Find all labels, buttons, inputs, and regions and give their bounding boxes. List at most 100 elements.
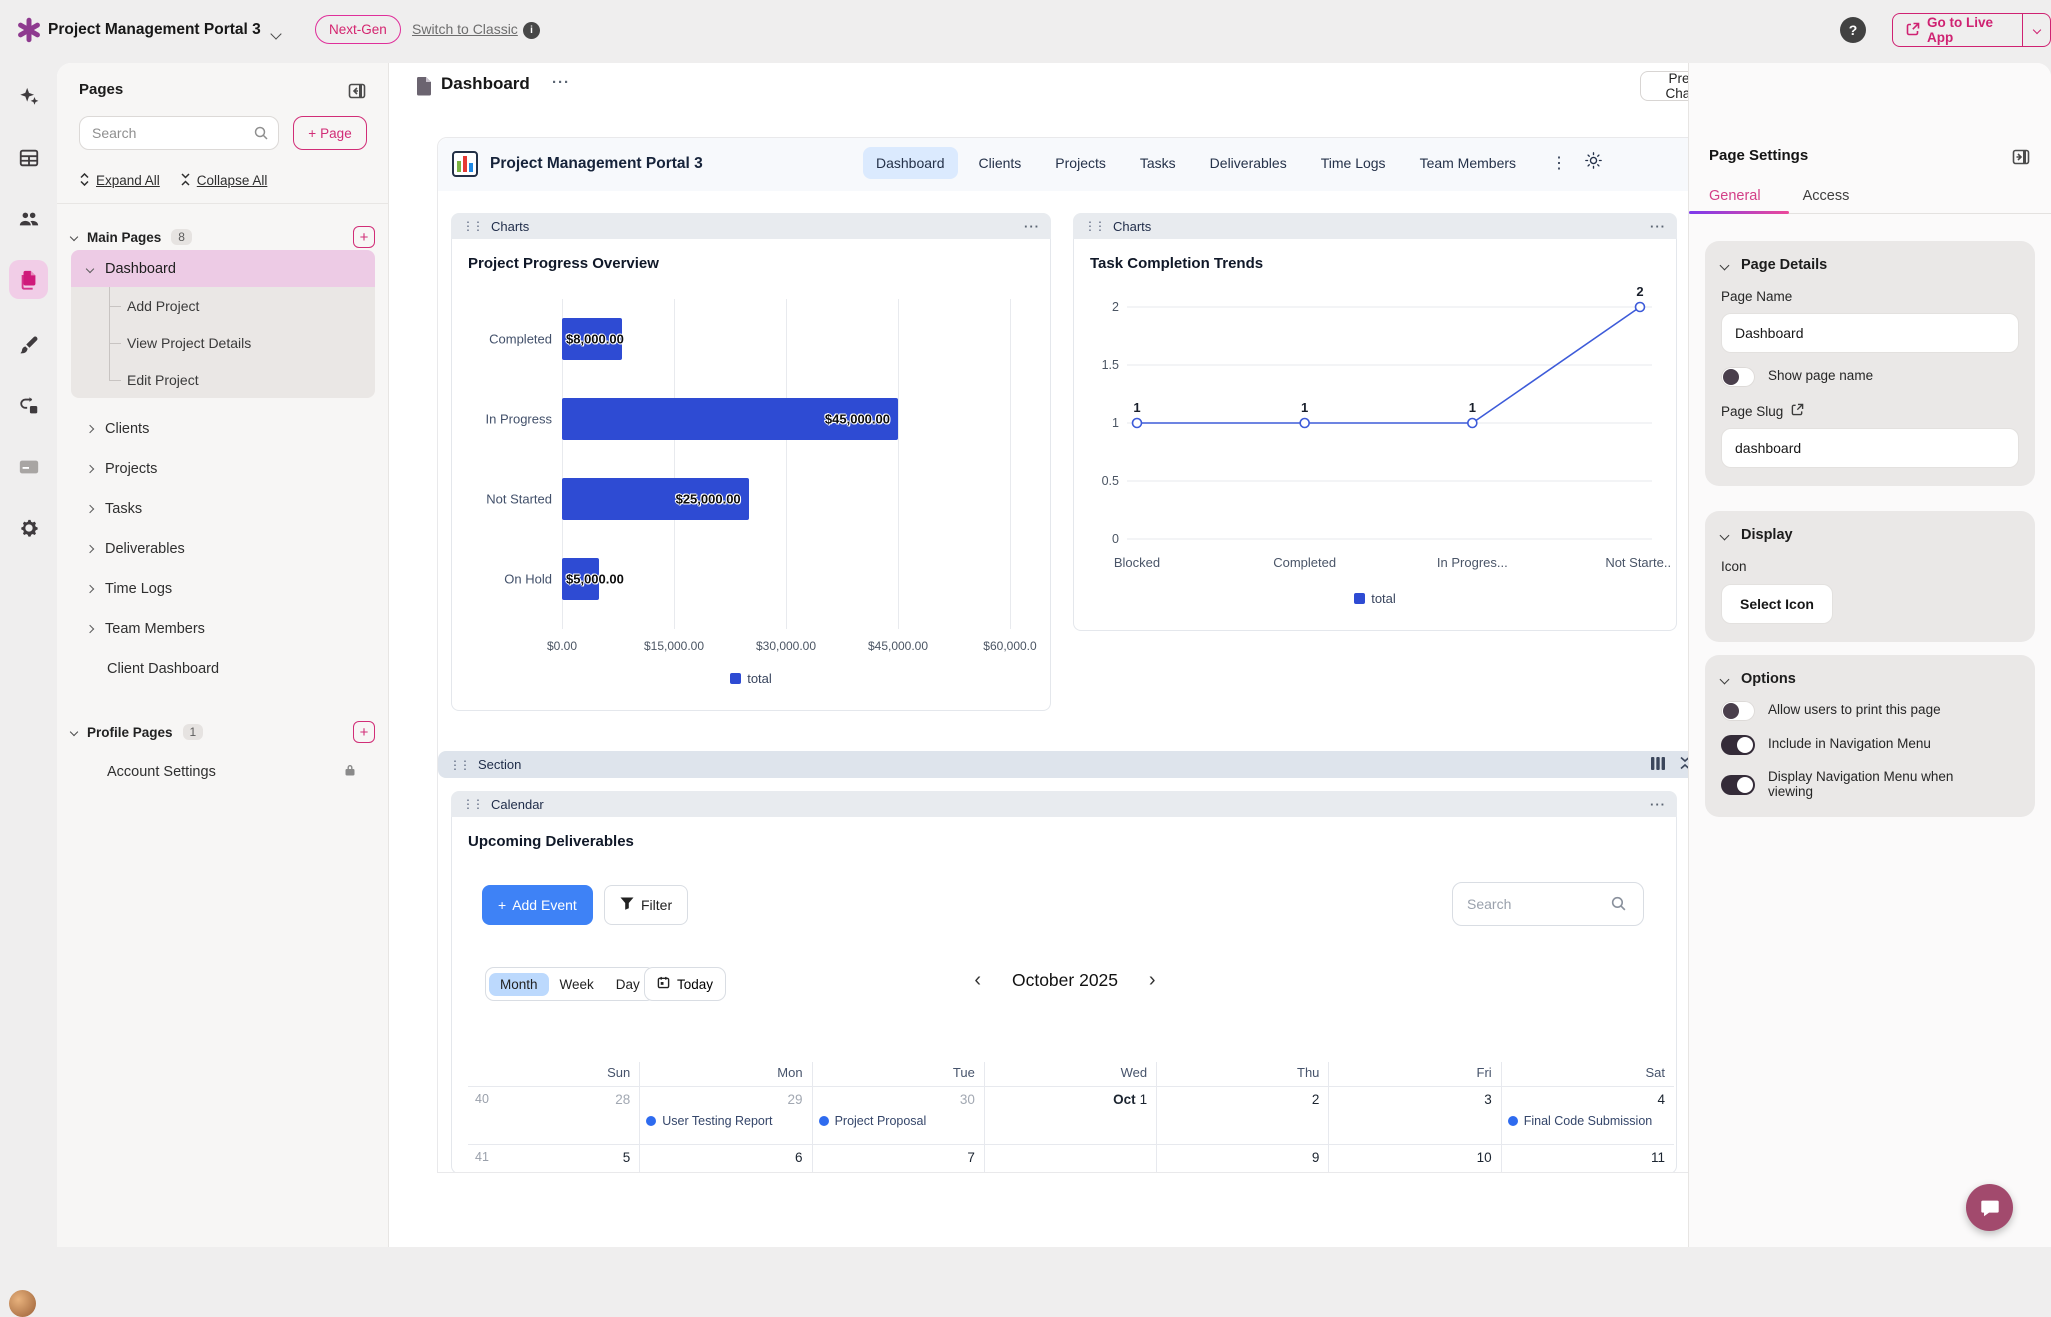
calendar-day-cell[interactable]: 29 User Testing Report <box>640 1087 812 1145</box>
calendar-event[interactable]: User Testing Report <box>646 1114 811 1128</box>
calendar-day-cell[interactable]: 7 Project Closure Docume <box>813 1145 985 1173</box>
add-event-button[interactable]: + Add Event <box>482 885 593 925</box>
external-link-icon[interactable] <box>1791 403 1804 419</box>
nav-item-clients[interactable]: Clients <box>966 147 1035 179</box>
display-nav-when-viewing-toggle[interactable] <box>1721 775 1755 795</box>
charts-block-header[interactable]: ⋮⋮ Charts ··· <box>451 213 1051 239</box>
add-profile-page-button[interactable]: + <box>353 721 375 743</box>
nav-item-deliverables[interactable]: Deliverables <box>1197 147 1300 179</box>
sidebar-item-clients[interactable]: Clients <box>71 410 375 447</box>
sidebar-item-projects[interactable]: Projects <box>71 450 375 487</box>
chevron-right-icon[interactable]: › <box>1123 969 1182 991</box>
expand-all-link[interactable]: Expand All <box>96 173 160 189</box>
collapse-panel-icon[interactable] <box>347 81 367 101</box>
calendar-event[interactable]: Final Code Submission <box>1508 1114 1674 1128</box>
nav-item-team-members[interactable]: Team Members <box>1407 147 1529 179</box>
sidebar-item-client-dashboard[interactable]: Client Dashboard <box>71 650 375 687</box>
drag-handle-icon[interactable]: ⋮⋮ <box>1084 219 1104 233</box>
nav-item-dashboard[interactable]: Dashboard <box>863 147 958 179</box>
chevron-left-icon[interactable]: ‹ <box>948 969 1007 991</box>
sidebar-item-view-project-details[interactable]: View Project Details <box>71 324 375 361</box>
select-icon-button[interactable]: Select Icon <box>1721 584 1833 624</box>
options-card: Options Allow users to print this page I… <box>1705 655 2035 817</box>
calendar-day-cell[interactable]: Oct1 <box>985 1087 1157 1145</box>
workspace-chevron-down-icon[interactable] <box>272 25 280 43</box>
calendar-day-cell[interactable]: 3 <box>1329 1087 1501 1145</box>
main-pages-group-header[interactable]: Main Pages 8 + <box>71 223 375 251</box>
add-main-page-button[interactable]: + <box>353 226 375 248</box>
allow-print-toggle[interactable] <box>1721 701 1755 721</box>
info-icon[interactable]: i <box>523 22 540 39</box>
settings-gear-icon[interactable] <box>9 508 48 547</box>
overflow-dots-icon[interactable]: ⋮ <box>1551 153 1567 173</box>
workflow-icon[interactable] <box>9 386 48 425</box>
calendar-day-cell[interactable] <box>985 1145 1157 1173</box>
billing-icon[interactable] <box>9 447 48 486</box>
theme-sun-icon[interactable] <box>1585 152 1602 174</box>
block-menu-ellipsis-icon[interactable]: ··· <box>1650 797 1666 812</box>
page-name-input[interactable] <box>1721 313 2019 353</box>
profile-pages-group-header[interactable]: Profile Pages 1 + <box>71 718 375 746</box>
drag-handle-icon[interactable]: ⋮⋮ <box>462 219 482 233</box>
filter-button[interactable]: Filter <box>604 885 688 925</box>
block-menu-ellipsis-icon[interactable]: ··· <box>1650 219 1666 234</box>
page-slug-input[interactable] <box>1721 428 2019 468</box>
pages-search-input[interactable] <box>79 116 279 150</box>
sidebar-item-team-members[interactable]: Team Members <box>71 610 375 647</box>
sidebar-item-tasks[interactable]: Tasks <box>71 490 375 527</box>
chart-legend: total <box>452 671 1050 686</box>
calendar-event[interactable]: Project Closure Docume <box>819 1172 984 1173</box>
charts-block-header[interactable]: ⋮⋮ Charts ··· <box>1073 213 1677 239</box>
calendar-day-cell[interactable]: 2 <box>1157 1087 1329 1145</box>
sidebar-item-time-logs[interactable]: Time Logs <box>71 570 375 607</box>
add-page-button[interactable]: + Page <box>293 116 367 150</box>
users-icon[interactable] <box>9 199 48 238</box>
calendar-day-cell[interactable]: 11 <box>1502 1145 1674 1173</box>
drag-handle-icon[interactable]: ⋮⋮ <box>462 797 482 811</box>
user-avatar[interactable] <box>9 1290 36 1317</box>
block-menu-ellipsis-icon[interactable]: ··· <box>1024 219 1040 234</box>
nav-item-tasks[interactable]: Tasks <box>1127 147 1189 179</box>
display-header[interactable]: Display <box>1721 527 2019 543</box>
calendar-day-cell[interactable]: 6 <box>640 1145 812 1173</box>
go-live-chevron-down-icon[interactable] <box>2023 14 2050 46</box>
nav-item-projects[interactable]: Projects <box>1042 147 1119 179</box>
legend-label: total <box>747 671 772 686</box>
show-page-name-toggle[interactable] <box>1721 367 1755 387</box>
paintbrush-icon[interactable] <box>9 325 48 364</box>
go-to-live-app-button[interactable]: Go to Live App <box>1892 13 2051 47</box>
calendar-block-header[interactable]: ⋮⋮ Calendar ··· <box>451 791 1677 817</box>
collapse-panel-right-icon[interactable] <box>2011 147 2031 172</box>
sidebar-item-edit-project[interactable]: Edit Project <box>71 361 375 398</box>
sidebar-item-deliverables[interactable]: Deliverables <box>71 530 375 567</box>
options-header[interactable]: Options <box>1721 671 2019 687</box>
calendar-day-cell[interactable]: 9 <box>1157 1145 1329 1173</box>
page-details-header[interactable]: Page Details <box>1721 257 2019 273</box>
section-block-header[interactable]: ⋮⋮ Section ··· <box>438 751 1733 778</box>
calendar-day-cell[interactable]: 4 Final Code Submission <box>1502 1087 1674 1145</box>
chat-launcher-icon[interactable] <box>1966 1184 2013 1231</box>
asterisk-logo-icon[interactable] <box>16 17 42 48</box>
calendar-day-cell[interactable]: 41 5 <box>468 1145 640 1173</box>
page-menu-ellipsis-icon[interactable]: ··· <box>552 74 570 91</box>
include-nav-toggle[interactable] <box>1721 735 1755 755</box>
switch-to-classic-link[interactable]: Switch to Classic <box>412 21 518 37</box>
calendar-day-cell[interactable]: 40 28 <box>468 1087 640 1145</box>
sidebar-item-add-project[interactable]: Add Project <box>71 287 375 324</box>
point-label: 1 <box>1133 400 1140 415</box>
sparkles-icon[interactable] <box>9 77 48 116</box>
table-icon[interactable] <box>9 138 48 177</box>
sidebar-item-dashboard[interactable]: Dashboard <box>71 250 375 287</box>
sidebar-item-label: View Project Details <box>127 335 251 351</box>
columns-icon[interactable] <box>1651 757 1665 773</box>
calendar-day-cell[interactable]: 30 Project Proposal <box>813 1087 985 1145</box>
pages-icon[interactable] <box>9 260 48 299</box>
calendar-event[interactable]: Project Proposal <box>819 1114 984 1128</box>
collapse-all-link[interactable]: Collapse All <box>197 173 268 189</box>
sidebar-item-account-settings[interactable]: Account Settings <box>71 753 375 790</box>
help-icon[interactable]: ? <box>1840 17 1866 43</box>
calendar-day-cell[interactable]: 10 <box>1329 1145 1501 1173</box>
nav-item-time-logs[interactable]: Time Logs <box>1308 147 1399 179</box>
app-logo-icon <box>452 151 478 182</box>
drag-handle-icon[interactable]: ⋮⋮ <box>449 758 469 772</box>
